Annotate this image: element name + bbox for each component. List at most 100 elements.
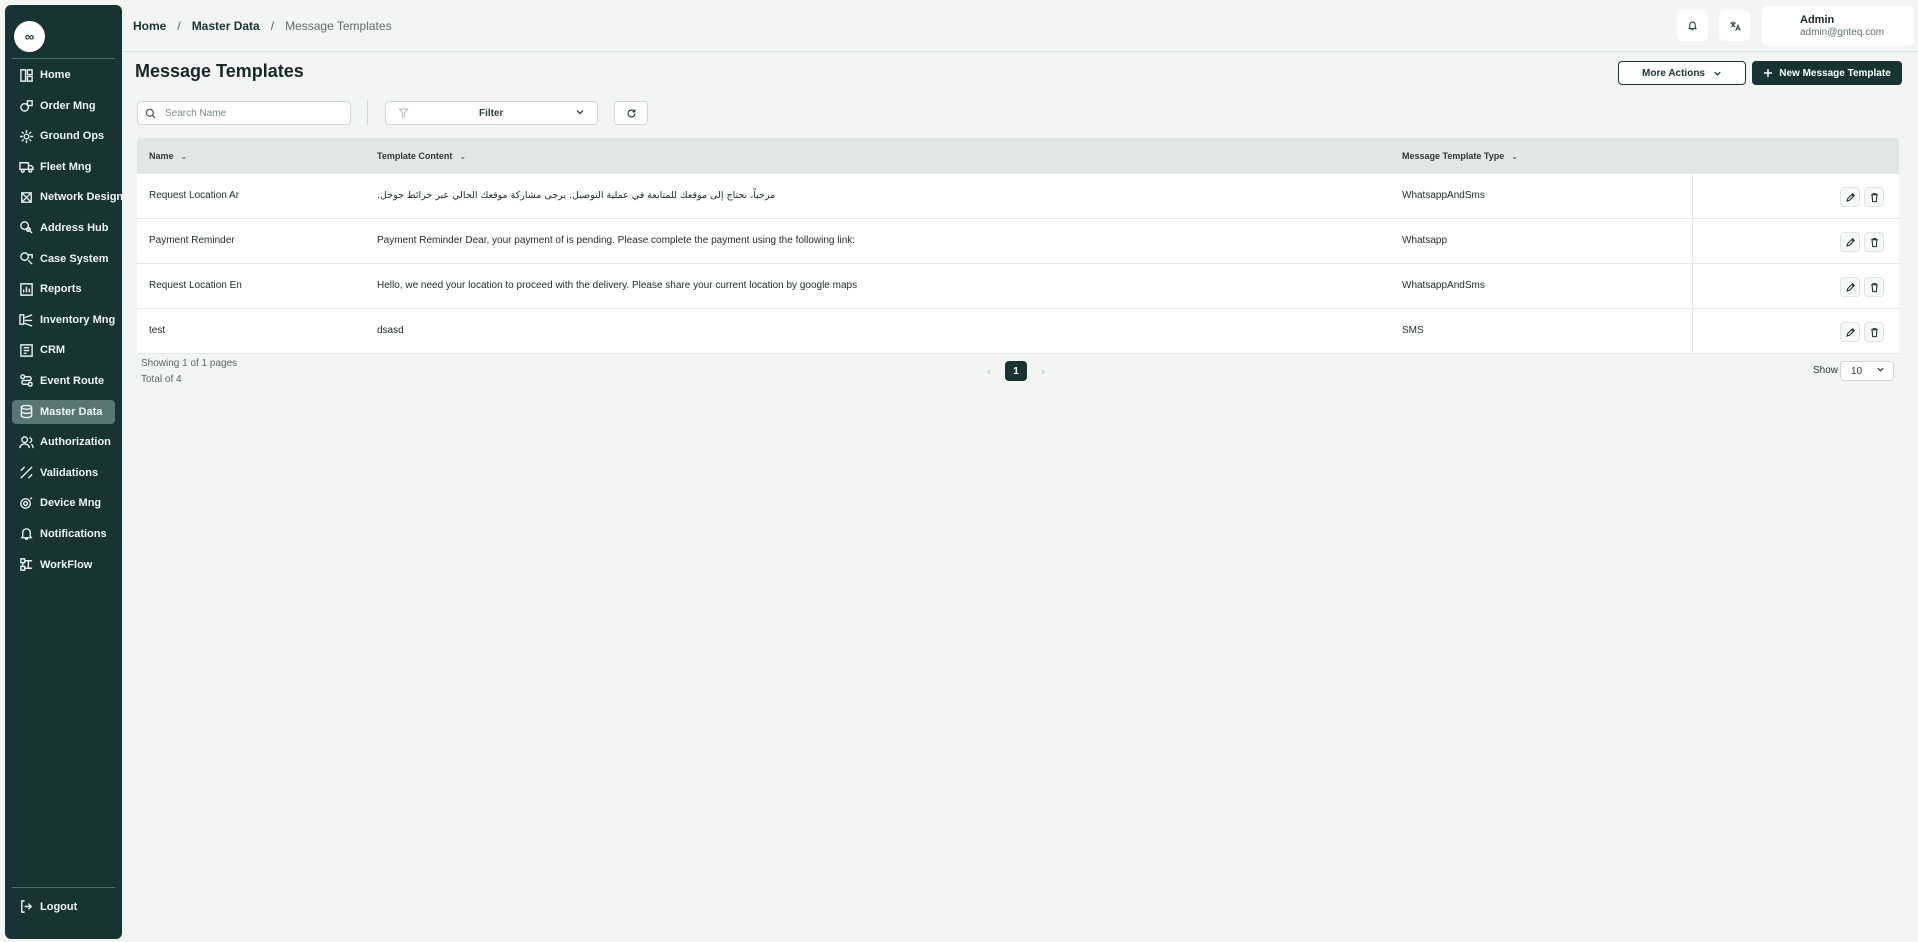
sidebar-item-label: Fleet Mng: [40, 160, 92, 173]
column-header-message-template-type[interactable]: Message Template Type ⌄: [1402, 151, 1518, 161]
edit-button[interactable]: [1840, 322, 1860, 342]
message-templates-table: Name ⌄ Template Content ⌄ Message Template…: [137, 138, 1899, 354]
cell-name: Request Location Ar: [149, 190, 240, 201]
pencil-icon: [1845, 327, 1855, 337]
user-name: Admin: [1800, 14, 1835, 26]
sidebar-item-order-mng[interactable]: Order Mng: [12, 94, 115, 118]
page-size-select[interactable]: 10: [1840, 361, 1894, 381]
table-row[interactable]: Payment Reminder Payment Reminder Dear, y…: [137, 219, 1899, 264]
refresh-button[interactable]: [614, 101, 648, 125]
notifications-button[interactable]: [1677, 10, 1708, 41]
sidebar-item-crm[interactable]: CRM: [12, 338, 115, 362]
sidebar-item-label: Authorization: [40, 436, 111, 449]
logout-icon: [19, 899, 34, 914]
column-header-template-content[interactable]: Template Content ⌄: [377, 151, 466, 161]
breadcrumb: Home / Master Data / Message Templates: [133, 19, 392, 33]
edit-button[interactable]: [1840, 277, 1860, 297]
sidebar-item-label: CRM: [40, 344, 66, 357]
filter-icon: [398, 108, 409, 118]
sidebar-item-label: Validations: [40, 466, 99, 479]
sidebar-item-home[interactable]: Home: [12, 63, 115, 87]
breadcrumb-master-data[interactable]: Master Data: [192, 19, 260, 33]
new-message-template-button[interactable]: New Message Template: [1752, 61, 1902, 85]
trash-icon: [1870, 237, 1878, 247]
sidebar-item-address-hub[interactable]: Address Hub: [12, 216, 115, 240]
actions-divider: [1692, 264, 1693, 309]
column-header-label: Template Content: [377, 151, 453, 161]
page-size-label: Show: [1813, 365, 1839, 376]
more-actions-button[interactable]: More Actions: [1618, 61, 1746, 85]
cell-name: Payment Reminder: [149, 235, 235, 246]
top-bar: Home / Master Data / Message Templates: [122, 0, 1918, 52]
next-page-button[interactable]: ›: [1041, 364, 1045, 378]
sidebar: ∞ Home Order Mng Ground Ops Fleet Mng Networ…: [5, 5, 123, 939]
delete-button[interactable]: [1864, 232, 1884, 252]
breadcrumb-home[interactable]: Home: [133, 19, 166, 33]
filter-dropdown[interactable]: Filter: [385, 101, 598, 125]
actions-divider: [1692, 174, 1693, 219]
translate-icon: [1730, 21, 1741, 31]
sidebar-item-inventory-mng[interactable]: Inventory Mng: [12, 308, 115, 332]
trash-icon: [1870, 282, 1878, 292]
sidebar-item-workflow[interactable]: WorkFlow: [12, 553, 115, 577]
refresh-icon: [627, 108, 635, 117]
delete-button[interactable]: [1864, 277, 1884, 297]
sidebar-item-event-route[interactable]: Event Route: [12, 369, 115, 393]
page-number-button[interactable]: 1: [1005, 361, 1027, 381]
delete-button[interactable]: [1864, 322, 1884, 342]
sidebar-nav: Home Order Mng Ground Ops Fleet Mng Network …: [12, 63, 123, 583]
chevron-down-icon: [1877, 367, 1884, 372]
app-logo[interactable]: ∞: [14, 21, 45, 52]
prev-page-button[interactable]: ‹: [987, 364, 991, 378]
case-icon: [19, 251, 34, 266]
sidebar-item-label: WorkFlow: [40, 558, 93, 571]
user-profile[interactable]: Admin admin@gnteq.com: [1762, 6, 1914, 46]
more-actions-label: More Actions: [1642, 67, 1705, 79]
table-row[interactable]: Request Location En Hello, we need your l…: [137, 264, 1899, 309]
sidebar-item-case-system[interactable]: Case System: [12, 247, 115, 271]
chevron-down-icon: [576, 110, 584, 115]
page-title: Message Templates: [135, 61, 304, 81]
logo-glyph: ∞: [24, 29, 35, 44]
sidebar-item-label: Master Data: [40, 405, 103, 418]
cell-name: test: [149, 325, 166, 336]
logout-button[interactable]: Logout: [19, 899, 77, 914]
device-icon: [19, 496, 34, 511]
bell-icon: [1688, 21, 1697, 31]
pagination-showing: Showing 1 of 1 pages: [141, 358, 238, 369]
search-input[interactable]: [165, 107, 335, 119]
page-size-value: 10: [1851, 366, 1863, 377]
sidebar-item-reports[interactable]: Reports: [12, 277, 115, 301]
sidebar-item-device-mng[interactable]: Device Mng: [12, 491, 115, 515]
table-row[interactable]: Request Location Ar مرحباً، نحتاج إلى موق…: [137, 174, 1899, 219]
sidebar-item-validations[interactable]: Validations: [12, 461, 115, 485]
sidebar-item-label: Device Mng: [40, 497, 102, 510]
pagination-total: Total of 4: [141, 374, 182, 385]
edit-button[interactable]: [1840, 187, 1860, 207]
cell-template-content: Payment Reminder Dear, your payment of i…: [377, 235, 856, 246]
column-header-label: Name: [149, 151, 174, 161]
cell-template-content: مرحباً، نحتاج إلى موقعك للمتابعة في عملي…: [377, 190, 776, 201]
sidebar-item-label: Reports: [40, 283, 82, 296]
workflow-icon: [19, 557, 34, 572]
edit-button[interactable]: [1840, 232, 1860, 252]
sort-chevron-icon: ⌄: [180, 151, 188, 161]
sidebar-item-label: Address Hub: [40, 221, 109, 234]
sidebar-item-network-design[interactable]: Network Design: [12, 185, 123, 209]
language-button[interactable]: [1719, 10, 1750, 41]
delete-button[interactable]: [1864, 187, 1884, 207]
breadcrumb-current: Message Templates: [285, 19, 392, 33]
sidebar-item-master-data[interactable]: Master Data: [12, 399, 115, 424]
reports-icon: [19, 282, 34, 297]
route-icon: [19, 373, 34, 388]
sidebar-item-label: Event Route: [40, 374, 105, 387]
cell-name: Request Location En: [149, 280, 242, 291]
column-header-name[interactable]: Name ⌄: [149, 151, 187, 161]
user-email: admin@gnteq.com: [1800, 27, 1885, 38]
sidebar-item-fleet-mng[interactable]: Fleet Mng: [12, 155, 115, 179]
sidebar-item-notifications[interactable]: Notifications: [12, 522, 115, 546]
truck-icon: [19, 159, 34, 174]
table-row[interactable]: test dsasd SMS: [137, 309, 1899, 354]
sidebar-item-ground-ops[interactable]: Ground Ops: [12, 124, 115, 148]
sidebar-item-authorization[interactable]: Authorization: [12, 430, 115, 454]
